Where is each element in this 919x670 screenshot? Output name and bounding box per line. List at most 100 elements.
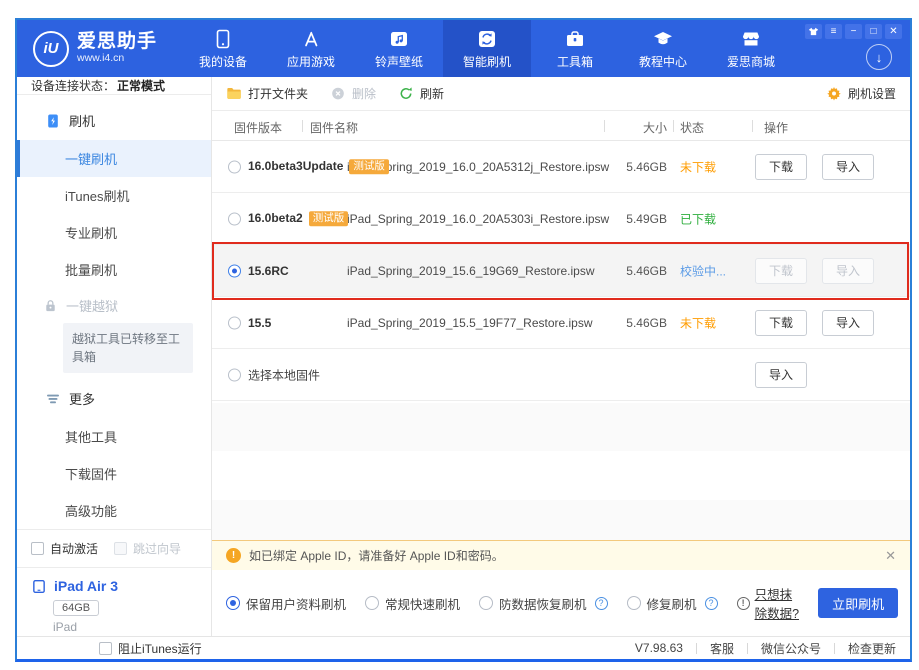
statusbar-link-wechat[interactable]: 微信公众号 xyxy=(761,640,821,657)
firmware-radio[interactable] xyxy=(228,316,241,329)
radio-icon xyxy=(365,596,379,610)
checkbox-跳过向导[interactable]: 跳过向导 xyxy=(114,540,181,557)
app-logo: iU 爱思助手 www.i4.cn xyxy=(17,31,157,67)
sidebar-checkboxes: 自动激活跳过向导 xyxy=(17,529,211,567)
block-itunes-checkbox[interactable]: 阻止iTunes运行 xyxy=(99,640,202,657)
statusbar-link-update[interactable]: 检查更新 xyxy=(848,640,896,657)
checkbox-icon xyxy=(31,542,44,555)
flash-now-button[interactable]: 立即刷机 xyxy=(818,588,898,618)
sidebar-item-批量刷机[interactable]: 批量刷机 xyxy=(17,251,211,288)
beta-badge: 测试版 xyxy=(309,211,349,227)
sidebar-item-其他工具[interactable]: 其他工具 xyxy=(17,418,211,455)
sidebar: 设备连接状态：正常模式 刷机一键刷机iTunes刷机专业刷机批量刷机一键越狱越狱… xyxy=(17,77,212,636)
help-icon[interactable]: ? xyxy=(705,597,718,610)
sidebar-nav: 刷机一键刷机iTunes刷机专业刷机批量刷机一键越狱越狱工具已转移至工具箱更多其… xyxy=(17,95,211,529)
download-button[interactable]: 下载 xyxy=(755,310,807,336)
firmware-row[interactable]: 15.5iPad_Spring_2019_15.5_19F77_Restore.… xyxy=(212,297,910,349)
checkbox-自动激活[interactable]: 自动激活 xyxy=(31,540,98,557)
app-window: iU 爱思助手 www.i4.cn 我的设备 应用游戏 铃声壁纸 智能刷机工具箱教程中… xyxy=(15,18,912,662)
notice-close-icon[interactable]: ✕ xyxy=(885,548,896,564)
smart-flash-icon xyxy=(476,28,498,50)
sidebar-item-iTunes刷机[interactable]: iTunes刷机 xyxy=(17,177,211,214)
firmware-name: iPad_Spring_2019_15.5_19F77_Restore.ipsw xyxy=(347,316,593,330)
nav-label: 应用游戏 xyxy=(287,53,335,70)
firmware-radio[interactable] xyxy=(228,368,241,381)
flash-settings-button[interactable]: 刷机设置 xyxy=(826,85,896,102)
statusbar-link-support[interactable]: 客服 xyxy=(710,640,734,657)
help-icon[interactable]: ? xyxy=(595,597,608,610)
firmware-radio[interactable] xyxy=(228,264,241,277)
firmware-row[interactable]: 15.6RCiPad_Spring_2019_15.6_19G69_Restor… xyxy=(212,245,910,297)
menu-icon[interactable]: ≡ xyxy=(825,24,842,39)
lock-icon xyxy=(43,298,58,313)
firmware-row[interactable]: 16.0beta3Update测试版iPad_Spring_2019_16.0_… xyxy=(212,141,910,193)
import-button[interactable]: 导入 xyxy=(822,154,874,180)
close-icon[interactable]: ✕ xyxy=(885,24,902,39)
flash-mode-radio-保留用户资料刷机[interactable]: 保留用户资料刷机 xyxy=(226,594,346,613)
beta-badge: 测试版 xyxy=(349,159,389,175)
firmware-radio[interactable] xyxy=(228,212,241,225)
nav-item-device[interactable]: 我的设备 xyxy=(179,20,267,77)
titlebar: iU 爱思助手 www.i4.cn 我的设备 应用游戏 铃声壁纸 智能刷机工具箱教程中… xyxy=(17,20,910,77)
sidebar-item-高级功能[interactable]: 高级功能 xyxy=(17,492,211,529)
sidebar-section-刷机: 刷机 xyxy=(17,101,211,140)
nav-item-ringtone[interactable]: 铃声壁纸 xyxy=(355,20,443,77)
sidebar-item-一键刷机[interactable]: 一键刷机 xyxy=(17,140,211,177)
nav-item-smart-flash[interactable]: 智能刷机 xyxy=(443,20,531,77)
flash-mode-radio-修复刷机[interactable]: 修复刷机? xyxy=(627,594,718,613)
firmware-size: 5.46GB xyxy=(610,316,667,330)
statusbar: 阻止iTunes运行 V7.98.63 客服 微信公众号 检查更新 xyxy=(17,636,910,659)
firmware-radio[interactable] xyxy=(228,160,241,173)
nav-label: 铃声壁纸 xyxy=(375,53,423,70)
device-info: iPad Air 3 64GB iPad xyxy=(17,567,211,642)
row-operations: 导入 xyxy=(755,362,807,388)
flash-mode-radio-防数据恢复刷机[interactable]: 防数据恢复刷机? xyxy=(479,594,608,613)
sidebar-item-专业刷机[interactable]: 专业刷机 xyxy=(17,214,211,251)
firmware-size: 5.46GB xyxy=(610,160,667,174)
skin-icon[interactable] xyxy=(805,24,822,39)
import-button[interactable]: 导入 xyxy=(822,258,874,284)
delete-button[interactable]: 删除 xyxy=(330,85,376,102)
firmware-status: 未下载 xyxy=(680,314,716,331)
firmware-version: 15.6RC xyxy=(248,264,289,278)
statusbar-right: V7.98.63 客服 微信公众号 检查更新 xyxy=(635,640,896,657)
toolbar: 打开文件夹 删除 刷新 刷机设置 xyxy=(212,77,910,111)
download-button[interactable]: 下载 xyxy=(755,258,807,284)
flash-mode-radio-常规快速刷机[interactable]: 常规快速刷机 xyxy=(365,594,460,613)
checkbox-icon xyxy=(114,542,127,555)
radio-icon xyxy=(627,596,641,610)
app-subtitle: www.i4.cn xyxy=(77,53,157,65)
col-firmware-version: 固件版本 xyxy=(234,119,282,136)
radio-icon xyxy=(226,596,240,610)
download-icon[interactable]: ↓ xyxy=(866,44,892,70)
nav-item-store[interactable]: 爱思商城 xyxy=(707,20,795,77)
tablet-icon xyxy=(31,579,47,594)
erase-data-link[interactable]: !只想抹除数据? xyxy=(737,584,800,622)
flash-options: 保留用户资料刷机常规快速刷机防数据恢复刷机? 修复刷机? !只想抹除数据? 立即刷机 xyxy=(212,570,910,636)
row-operations: 下载导入 xyxy=(755,258,874,284)
open-folder-button[interactable]: 打开文件夹 xyxy=(226,85,308,102)
firmware-row[interactable]: 选择本地固件导入 xyxy=(212,349,910,401)
download-button[interactable]: 下载 xyxy=(755,154,807,180)
empty-row-stripe xyxy=(212,500,910,540)
nav-item-toolbox[interactable]: 工具箱 xyxy=(531,20,619,77)
firmware-version: 16.0beta2测试版 xyxy=(248,211,348,227)
minimize-icon[interactable]: − xyxy=(845,24,862,39)
notice-text: 如已绑定 Apple ID，请准备好 Apple ID和密码。 xyxy=(249,547,504,564)
nav-item-tutorial[interactable]: 教程中心 xyxy=(619,20,707,77)
logo-icon: iU xyxy=(33,31,69,67)
maximize-icon[interactable]: □ xyxy=(865,24,882,39)
device-icon xyxy=(212,28,234,50)
nav-item-appstore[interactable]: 应用游戏 xyxy=(267,20,355,77)
ringtone-icon xyxy=(388,28,410,50)
refresh-button[interactable]: 刷新 xyxy=(398,85,444,102)
firmware-row[interactable]: 16.0beta2测试版iPad_Spring_2019_16.0_20A530… xyxy=(212,193,910,245)
sidebar-section-更多: 更多 xyxy=(17,379,211,418)
nav-label: 我的设备 xyxy=(199,53,247,70)
import-button[interactable]: 导入 xyxy=(755,362,807,388)
sidebar-item-下载固件[interactable]: 下载固件 xyxy=(17,455,211,492)
row-operations: 下载导入 xyxy=(755,310,874,336)
radio-icon xyxy=(479,596,493,610)
sidebar-item-一键越狱: 一键越狱 xyxy=(17,288,211,321)
import-button[interactable]: 导入 xyxy=(822,310,874,336)
